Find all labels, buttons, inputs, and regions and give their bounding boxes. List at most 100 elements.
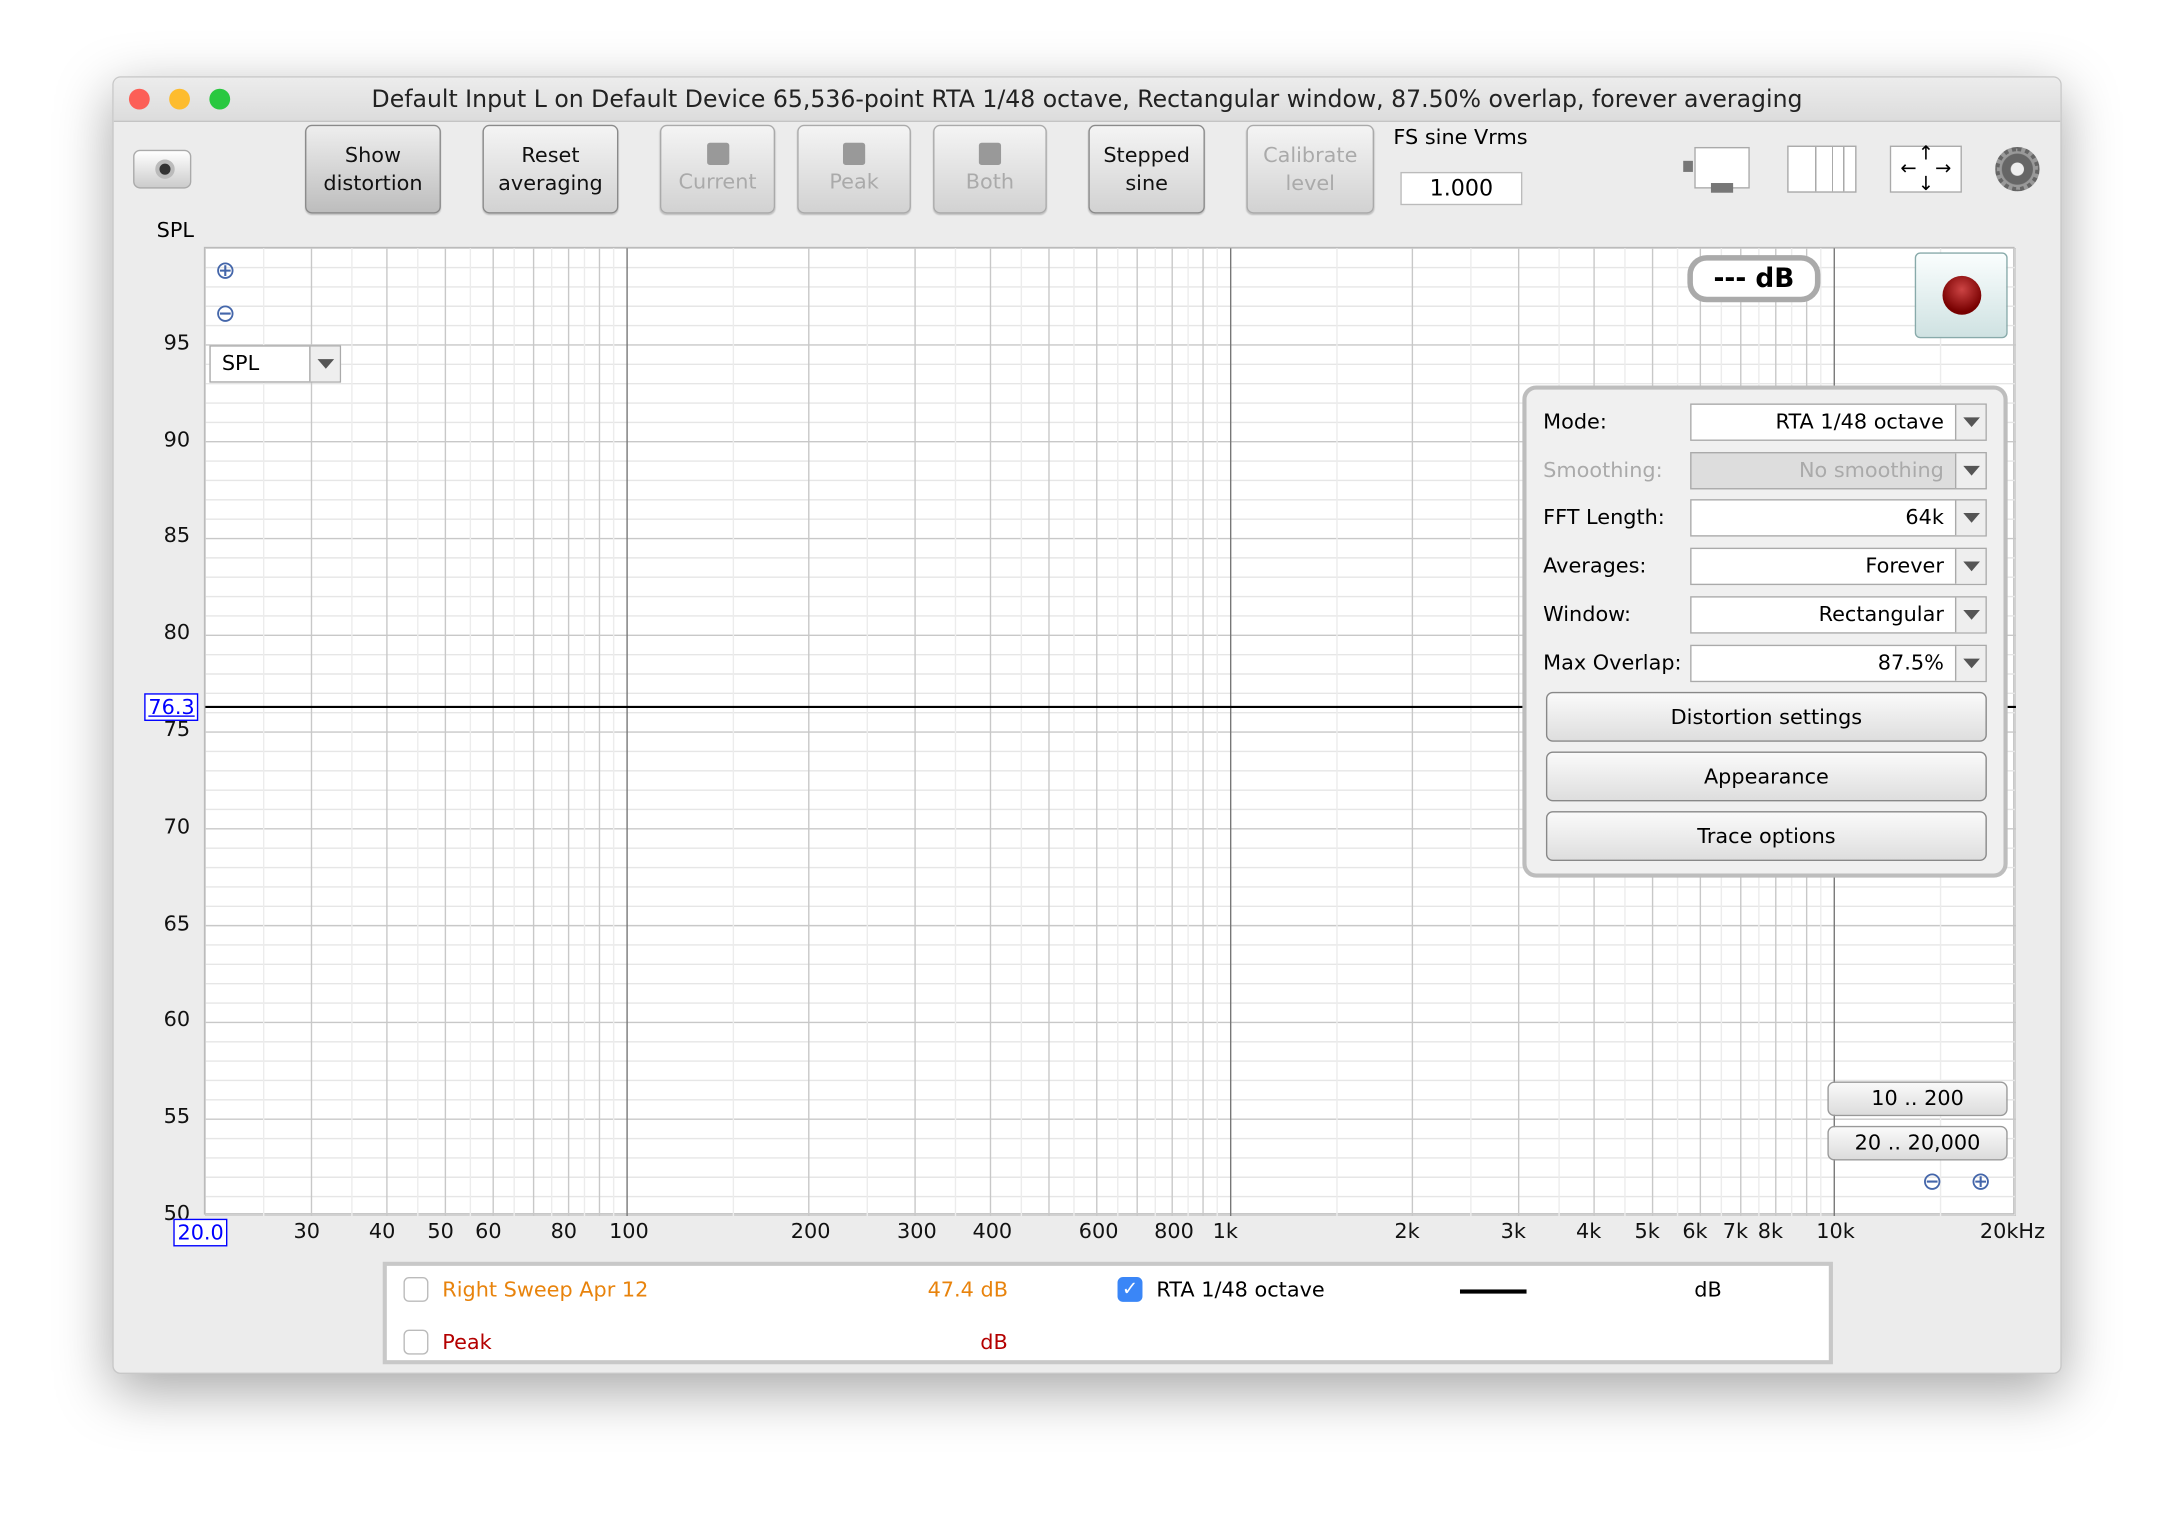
setting-value: No smoothing <box>1798 457 1944 483</box>
gear-icon[interactable] <box>1995 146 2040 192</box>
x-tick-label: 200 <box>790 1218 831 1244</box>
x-tick-label: 600 <box>1078 1218 1119 1244</box>
x-tick-label: 400 <box>972 1218 1013 1244</box>
setting-dropdown[interactable]: Forever <box>1690 547 1987 586</box>
window-title: Default Input L on Default Device 65,536… <box>371 85 1803 114</box>
appearance-button[interactable]: Appearance <box>1545 751 1987 802</box>
floppy-icon <box>706 142 729 165</box>
trace-value-right-sweep: 47.4 dB <box>927 1276 1008 1302</box>
x-cursor-readout: 20.0 <box>173 1218 228 1247</box>
trace-name-peak: Peak <box>442 1329 492 1355</box>
y-tick-label: 85 <box>163 523 191 549</box>
x-tick-label: 80 <box>550 1218 578 1244</box>
level-readout: --- dB <box>1687 255 1821 303</box>
x-tick-label: 60 <box>475 1218 502 1244</box>
save-both-button[interactable]: Both <box>933 124 1047 214</box>
y-tick-label: 80 <box>163 620 191 645</box>
range-20-20000-button[interactable]: 20 .. 20,000 <box>1827 1125 2008 1161</box>
floppy-icon <box>842 142 866 165</box>
title-bar: Default Input L on Default Device 65,536… <box>113 77 2061 123</box>
y-axis-title: SPL <box>156 217 195 243</box>
save-both-label: Both <box>965 169 1015 195</box>
trace-line-swatch <box>1459 1289 1527 1294</box>
setting-value: Forever <box>1865 553 1944 579</box>
setting-dropdown[interactable]: 64k <box>1690 499 1987 538</box>
setting-value: Rectangular <box>1818 601 1944 627</box>
range-10-200-button[interactable]: 10 .. 200 <box>1827 1081 2008 1117</box>
x-tick-label: 1k <box>1212 1218 1238 1244</box>
x-tick-label: 100 <box>609 1218 649 1244</box>
log-grid-icon[interactable] <box>1787 145 1857 193</box>
zoom-out-icon[interactable]: ⊖ <box>215 299 236 328</box>
save-peak-button[interactable]: Peak <box>797 124 911 214</box>
x-tick-label: 30 <box>293 1218 320 1244</box>
setting-label: Max Overlap: <box>1543 649 1682 675</box>
fs-sine-input[interactable]: 1.000 <box>1400 171 1523 206</box>
setting-label: Smoothing: <box>1543 457 1663 483</box>
floppy-icon <box>978 142 1002 165</box>
camera-icon[interactable] <box>133 149 192 189</box>
pan-arrows-icon[interactable]: ↑ ← → ↓ <box>1889 144 1962 194</box>
y-tick-label: 60 <box>163 1007 191 1033</box>
trace-value-peak: dB <box>980 1329 1008 1355</box>
trace-name-rta: RTA 1/48 octave <box>1156 1276 1325 1302</box>
trace-options-button[interactable]: Trace options <box>1545 811 1987 862</box>
x-tick-label: 50 <box>427 1218 454 1244</box>
minimize-button[interactable] <box>169 88 190 110</box>
zoom-button[interactable] <box>209 88 231 110</box>
y-tick-label: 95 <box>163 329 191 355</box>
distortion-settings-button[interactable]: Distortion settings <box>1545 691 1987 742</box>
chevron-down-icon <box>1954 549 1986 584</box>
x-tick-label: 7k <box>1722 1218 1749 1244</box>
setting-dropdown[interactable]: Rectangular <box>1690 595 1987 634</box>
scroll-zoom-icon[interactable] <box>1680 144 1755 194</box>
setting-dropdown[interactable]: RTA 1/48 octave <box>1690 403 1987 441</box>
zoom-in-icon[interactable]: ⊕ <box>215 257 236 286</box>
chevron-down-icon <box>1954 501 1986 536</box>
save-current-button[interactable]: Current <box>659 124 776 214</box>
y-cursor-readout: 76.3 <box>144 693 199 721</box>
setting-value: 64k <box>1905 505 1944 531</box>
trace-legend: Right Sweep Apr 12 47.4 dB Peak dB ✓ RTA… <box>382 1261 1833 1365</box>
x-tick-label: 8k <box>1757 1218 1784 1244</box>
trace-checkbox-peak[interactable] <box>403 1329 429 1355</box>
show-distortion-button[interactable]: Show distortion <box>305 124 441 214</box>
record-button[interactable] <box>1914 252 2008 339</box>
x-tick-label: 40 <box>368 1218 396 1244</box>
chevron-down-icon <box>1954 404 1986 440</box>
x-tick-label: 20kHz <box>1979 1218 2046 1244</box>
rta-settings-panel: Distortion settings Appearance Trace opt… <box>1522 385 2008 878</box>
setting-label: Mode: <box>1543 409 1607 434</box>
chevron-down-icon <box>1954 645 1986 681</box>
x-tick-label: 4k <box>1576 1218 1602 1244</box>
calibrate-level-button[interactable]: Calibrate level <box>1246 124 1375 214</box>
x-tick-label: 10k <box>1816 1218 1855 1244</box>
y-tick-label: 55 <box>163 1103 191 1129</box>
setting-label: FFT Length: <box>1543 505 1665 531</box>
x-tick-label: 6k <box>1682 1218 1708 1244</box>
save-current-label: Current <box>678 169 757 195</box>
setting-value: 87.5% <box>1877 649 1944 675</box>
trace-value-rta: dB <box>1694 1276 1722 1302</box>
x-zoom-out-icon[interactable]: ⊖ <box>1922 1167 1943 1196</box>
fs-sine-label: FS sine Vrms <box>1393 124 1528 150</box>
reset-averaging-button[interactable]: Reset averaging <box>482 124 619 214</box>
chevron-down-icon <box>1954 597 1986 632</box>
setting-label: Averages: <box>1543 553 1647 579</box>
x-tick-label: 800 <box>1154 1218 1194 1244</box>
setting-dropdown[interactable]: No smoothing <box>1690 451 1987 490</box>
y-axis-selector[interactable]: SPL <box>209 345 342 383</box>
setting-value: RTA 1/48 octave <box>1775 409 1944 434</box>
trace-name-right-sweep: Right Sweep Apr 12 <box>442 1276 649 1302</box>
stepped-sine-button[interactable]: Stepped sine <box>1088 124 1205 214</box>
x-tick-label: 5k <box>1634 1218 1660 1244</box>
x-tick-label: 3k <box>1500 1218 1526 1244</box>
y-tick-label: 70 <box>163 813 191 839</box>
close-button[interactable] <box>128 88 150 110</box>
chevron-down-icon <box>309 346 340 382</box>
x-tick-label: 300 <box>897 1218 937 1244</box>
trace-checkbox-rta[interactable]: ✓ <box>1117 1276 1143 1302</box>
setting-dropdown[interactable]: 87.5% <box>1690 644 1987 682</box>
trace-checkbox-right-sweep[interactable] <box>403 1276 429 1302</box>
x-zoom-in-icon[interactable]: ⊕ <box>1970 1167 1991 1196</box>
